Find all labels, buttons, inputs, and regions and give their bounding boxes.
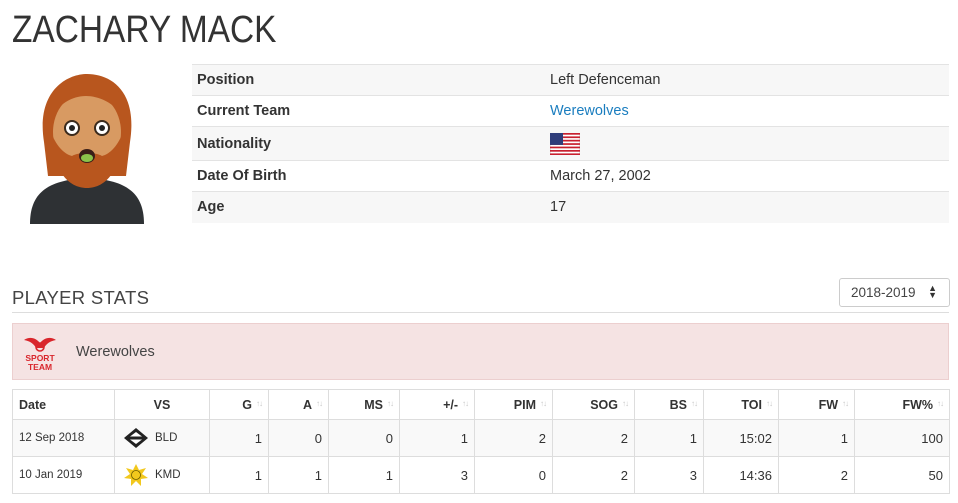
opponent-abbr: BLD [155,432,178,445]
cell-sog: 2 [552,419,635,457]
sort-icon: ↑↓ [462,398,469,408]
col-header-fw[interactable]: FW ↑↓ [778,389,855,420]
info-row-current-team: Current Team Werewolves [192,95,949,127]
info-label: Nationality [192,126,545,161]
cell-a: 1 [268,456,329,494]
cell-vs: KMD [114,456,210,494]
col-header-sog[interactable]: SOG ↑↓ [552,389,635,420]
sort-icon: ↑↓ [256,398,263,408]
cell-fw-percent: 100 [854,419,950,457]
cell-toi: 14:36 [703,456,779,494]
table-row: 10 Jan 2019 KMD 1 1 1 3 0 2 3 14:36 2 50 [12,456,950,494]
col-header-bs[interactable]: BS ↑↓ [634,389,704,420]
bld-team-logo [124,428,148,448]
cell-toi: 15:02 [703,419,779,457]
info-value: March 27, 2002 [545,160,949,192]
cell-ms: 1 [328,456,400,494]
info-value: Left Defenceman [545,64,949,96]
info-label: Age [192,191,545,223]
sort-icon: ↑↓ [622,398,629,408]
current-team-link[interactable]: Werewolves [550,103,629,119]
sport-team-logo: SPORT TEAM [24,337,56,372]
cell-pim: 2 [474,419,553,457]
cell-fw: 1 [778,419,855,457]
page-title: ZACHARY MACK [12,9,277,51]
col-header-a[interactable]: A ↑↓ [268,389,329,420]
cell-ms: 0 [328,419,400,457]
col-header-vs[interactable]: VS [114,389,210,420]
cell-fw: 2 [778,456,855,494]
sort-icon: ↑↓ [540,398,547,408]
sort-icon: ↑↓ [937,398,944,408]
player-avatar [30,74,144,224]
cell-sog: 2 [552,456,635,494]
opponent-abbr: KMD [155,469,181,482]
col-header-date[interactable]: Date [12,389,115,420]
cell-a: 0 [268,419,329,457]
cell-plus-minus: 1 [399,419,475,457]
col-header-fw-percent[interactable]: FW% ↑↓ [854,389,950,420]
sort-icon: ↑↓ [691,398,698,408]
cell-fw-percent: 50 [854,456,950,494]
info-value-cell [545,126,949,161]
table-row: 12 Sep 2018 BLD 1 0 0 1 2 2 1 15:02 1 10… [12,419,950,457]
sort-icon: ↑↓ [766,398,773,408]
cell-bs: 3 [634,456,704,494]
stats-header-row: Date VS G ↑↓ A ↑↓ MS ↑↓ +/- ↑↓ PIM ↑↓ SOG ↑↓ B… [12,389,950,420]
select-caret-icon: ▲ ▼ [928,283,937,300]
cell-g: 1 [209,419,269,457]
sort-icon: ↑↓ [842,398,849,408]
season-select-value: 2018-2019 [851,285,916,300]
info-value-cell: Werewolves [545,95,949,127]
sort-icon: ↑↓ [316,398,323,408]
section-title-player-stats: PLAYER STATS [12,287,150,308]
player-stats-table: Date VS G ↑↓ A ↑↓ MS ↑↓ +/- ↑↓ PIM ↑↓ SOG ↑↓ B… [12,389,950,494]
col-header-plus-minus[interactable]: +/- ↑↓ [399,389,475,420]
info-label: Date Of Birth [192,160,545,192]
cell-date: 10 Jan 2019 [12,456,115,494]
sort-icon: ↑↓ [387,398,394,408]
info-value: 17 [545,191,949,223]
cell-vs: BLD [114,419,210,457]
cell-date: 12 Sep 2018 [12,419,115,457]
col-header-g[interactable]: G ↑↓ [209,389,269,420]
info-row-date-of-birth: Date Of Birth March 27, 2002 [192,160,949,192]
info-row-nationality: Nationality [192,126,949,161]
info-row-age: Age 17 [192,191,949,223]
section-divider [12,312,949,313]
logo-text-line-2: TEAM [28,362,52,372]
col-header-toi[interactable]: TOI ↑↓ [703,389,779,420]
col-header-pim[interactable]: PIM ↑↓ [474,389,553,420]
info-row-position: Position Left Defenceman [192,64,949,96]
info-label: Position [192,64,545,96]
kmd-team-logo [124,464,148,486]
season-select[interactable]: 2018-2019 ▲ ▼ [839,278,950,307]
cell-g: 1 [209,456,269,494]
us-flag-icon [550,132,580,155]
cell-pim: 0 [474,456,553,494]
col-header-ms[interactable]: MS ↑↓ [328,389,400,420]
info-label: Current Team [192,95,545,127]
team-banner-name: Werewolves [76,344,155,360]
cell-plus-minus: 3 [399,456,475,494]
player-info-table: Position Left Defenceman Current Team We… [192,64,949,223]
cell-bs: 1 [634,419,704,457]
team-banner: SPORT TEAM Werewolves [12,323,949,380]
